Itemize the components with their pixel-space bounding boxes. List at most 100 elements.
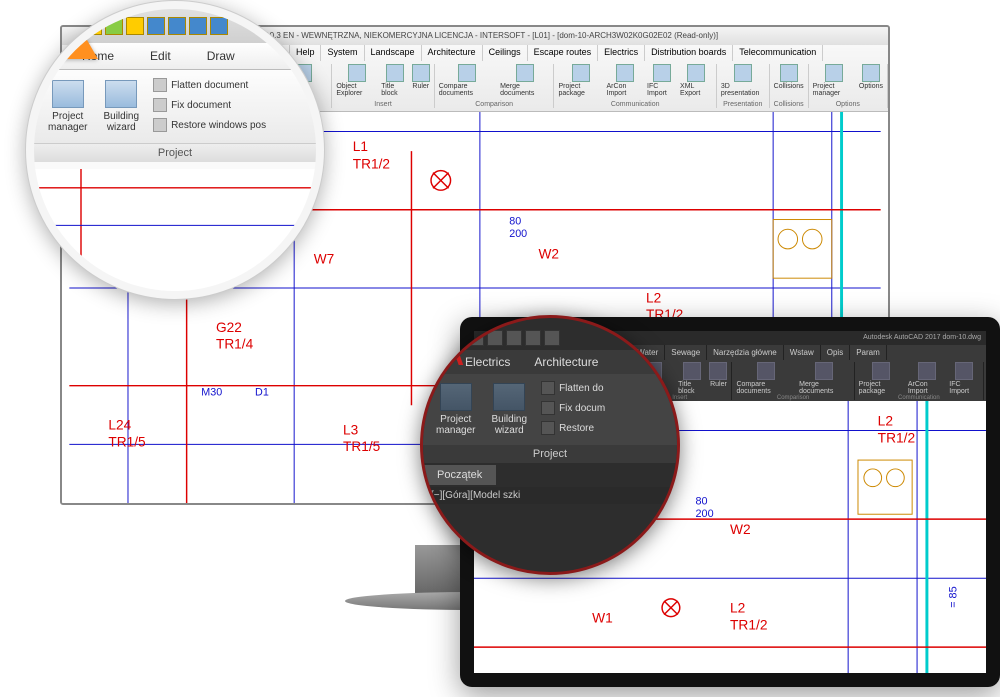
ribbon-tab[interactable]: Wstaw [784, 345, 821, 360]
project-manager-button[interactable]: Project manager [428, 379, 483, 440]
layout-tab[interactable]: Początek [423, 465, 496, 485]
ribbon-group-label: Options [836, 101, 860, 108]
ribbon-button[interactable]: Merge documents [799, 362, 850, 395]
svg-text:D1: D1 [255, 386, 269, 398]
svg-text:W1: W1 [592, 611, 613, 626]
ribbon-button[interactable]: Merge documents [500, 64, 549, 97]
tool-icon [757, 362, 775, 380]
print-icon[interactable] [544, 330, 560, 346]
ribbon-tab[interactable]: Narzędzia główne [707, 345, 784, 360]
fix-document-button[interactable]: Fix document [151, 96, 268, 114]
tool-icon [653, 64, 671, 82]
qat-icon[interactable] [487, 330, 503, 346]
flatten-document-button[interactable]: Flatten document [151, 76, 268, 94]
tool-icon [412, 64, 430, 82]
svg-text:TR1/4: TR1/4 [216, 337, 254, 352]
ribbon-group-label: Project [34, 143, 316, 162]
ribbon-button[interactable]: Ruler [709, 362, 727, 395]
ribbon-button[interactable]: Title block [678, 362, 705, 395]
ribbon-button[interactable]: Project package [558, 64, 602, 97]
svg-text:TR1/5: TR1/5 [343, 439, 381, 454]
ribbon-group: Compare documentsMerge documents Comparis… [435, 64, 555, 108]
qat-icon[interactable] [168, 17, 186, 35]
flatten-document-button[interactable]: Flatten do [539, 379, 607, 397]
ribbon-button[interactable]: Project package [859, 362, 904, 395]
svg-text:M30: M30 [201, 386, 222, 398]
ribbon-button[interactable]: Title block [381, 64, 408, 97]
project-manager-icon [52, 80, 84, 108]
svg-text:200: 200 [696, 508, 714, 520]
ribbon-group: 3D presentationPresentation [717, 64, 770, 108]
fix-icon [541, 401, 555, 415]
flatten-icon [153, 78, 167, 92]
ribbon-group-label: Collisions [774, 101, 804, 108]
magnifier-dark: A Electrics Architecture Project manager… [420, 315, 680, 575]
tool-icon [862, 64, 880, 82]
ribbon-button[interactable]: 3D presentation [721, 64, 765, 97]
ribbon-tab[interactable]: Opis [821, 345, 850, 360]
ribbon-tab[interactable]: Ceilings [483, 45, 528, 61]
ribbon-tab[interactable]: Architecture [422, 45, 483, 61]
tab-edit[interactable]: Edit [132, 43, 189, 69]
ribbon-button[interactable]: Ruler [412, 64, 430, 97]
save-icon[interactable] [147, 17, 165, 35]
ribbon-tab[interactable]: Electrics [598, 45, 645, 61]
restore-button[interactable]: Restore [539, 419, 607, 437]
project-manager-icon [440, 383, 472, 411]
magnifier-canvas [34, 169, 316, 291]
undo-icon[interactable] [189, 17, 207, 35]
restore-windows-button[interactable]: Restore windows pos [151, 116, 268, 134]
building-wizard-icon [105, 80, 137, 108]
building-wizard-button[interactable]: Building wizard [483, 379, 535, 440]
ribbon-button[interactable]: IFC Import [647, 64, 676, 97]
ribbon-button[interactable]: Project manager [813, 64, 855, 97]
svg-text:L2: L2 [646, 291, 661, 306]
fix-document-button[interactable]: Fix docum [539, 399, 607, 417]
svg-text:80: 80 [509, 215, 521, 227]
ribbon-tab[interactable]: Escape routes [528, 45, 599, 61]
qat-icon[interactable] [126, 17, 144, 35]
tab-draw[interactable]: Draw [189, 43, 253, 69]
ribbon-button[interactable]: Compare documents [439, 64, 496, 97]
building-wizard-button[interactable]: Building wizard [95, 76, 147, 137]
tool-icon [709, 362, 727, 380]
tool-icon [572, 64, 590, 82]
ribbon-group: Object ExplorerTitle blockRulerInsert [332, 64, 434, 108]
qat-icon[interactable] [105, 17, 123, 35]
tool-icon [386, 64, 404, 82]
ribbon-button[interactable]: ArCon Import [607, 64, 644, 97]
autocad-logo-icon: A [441, 336, 464, 373]
tool-icon [825, 64, 843, 82]
ribbon-group: Collisions Collisions [770, 64, 809, 108]
ribbon-tab[interactable]: Param [850, 345, 887, 360]
tab-architecture[interactable]: Architecture [522, 350, 610, 374]
ribbon-button[interactable]: Options [859, 64, 883, 97]
ribbon-tab[interactable]: System [321, 45, 364, 61]
project-manager-button[interactable]: Project manager [40, 76, 95, 137]
ribbon-tab[interactable]: Distribution boards [645, 45, 733, 61]
dark-ribbon-panel: Project manager Building wizard Flatten … [423, 374, 677, 445]
viewport-status: [−][Góra][Model szki [423, 487, 677, 504]
ribbon-tab[interactable]: Landscape [365, 45, 422, 61]
ribbon-button[interactable]: Collisions [774, 64, 804, 90]
tool-icon [348, 64, 366, 82]
ribbon-button[interactable]: ArCon Import [908, 362, 945, 395]
svg-text:G22: G22 [216, 320, 242, 335]
svg-text:W7: W7 [314, 252, 335, 267]
ribbon-tab[interactable]: Telecommunication [733, 45, 823, 61]
ribbon-button[interactable]: IFC Import [949, 362, 979, 395]
magnifier-light: Home Edit Draw Project manager Building … [25, 0, 325, 300]
svg-text:L1: L1 [353, 139, 368, 154]
redo-icon[interactable] [210, 17, 228, 35]
svg-text:TR1/5: TR1/5 [108, 434, 146, 449]
qat-icon[interactable] [525, 330, 541, 346]
tool-icon [516, 64, 534, 82]
save-icon[interactable] [506, 330, 522, 346]
ribbon-group-label: Communication [611, 101, 660, 108]
ribbon-button[interactable]: XML Export [680, 64, 712, 97]
tool-icon [734, 64, 752, 82]
ribbon-button[interactable]: Compare documents [736, 362, 795, 395]
ribbon-group-label: Comparison [475, 101, 513, 108]
ribbon-button[interactable]: Object Explorer [336, 64, 377, 97]
ribbon-tab[interactable]: Sewage [665, 345, 707, 360]
